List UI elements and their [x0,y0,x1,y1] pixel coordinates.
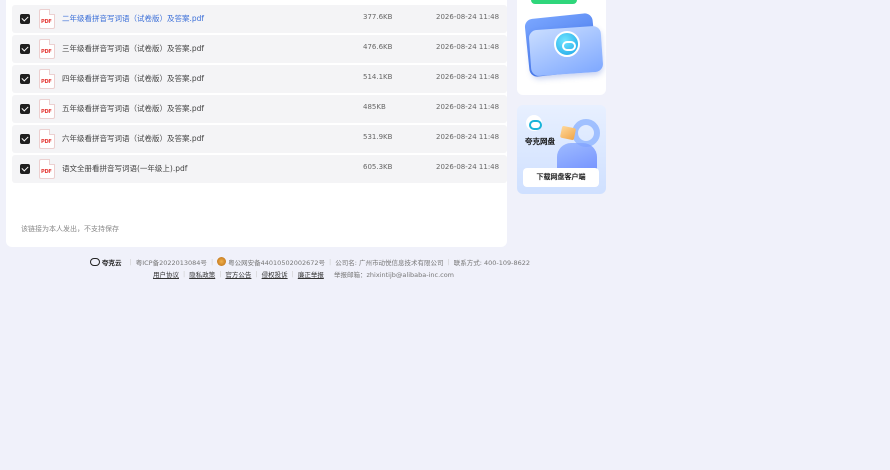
pdf-file-icon: PDF [39,129,55,149]
share-notice: 该链接为本人发出，不支持保存 [21,225,119,233]
file-size: 514.1KB [363,73,393,81]
file-name[interactable]: 四年级看拼音写词语（试卷版）及答案.pdf [62,73,204,84]
cloud-icon [554,31,580,57]
file-row[interactable]: PDF 二年级看拼音写词语（试卷版）及答案.pdf 377.6KB 2026-0… [12,5,507,33]
file-size: 476.6KB [363,43,393,51]
file-row[interactable]: PDF 五年级看拼音写词语（试卷版）及答案.pdf 485KB 2026-08-… [12,95,507,123]
file-checkbox[interactable] [20,134,30,144]
file-time: 2026-08-24 11:48 [436,73,500,81]
file-size: 377.6KB [363,13,393,21]
user-agreement-link[interactable]: 用户协议 [153,269,179,279]
icp-record[interactable]: 粤ICP备2022013084号 [136,257,207,267]
footer-info: 夸克云 | 粤ICP备2022013084号 | 粤公网安备4401050200… [90,256,530,267]
pdf-file-icon: PDF [39,9,55,29]
file-name[interactable]: 六年级看拼音写词语（试卷版）及答案.pdf [62,133,204,144]
file-row[interactable]: PDF 三年级看拼音写词语（试卷版）及答案.pdf 476.6KB 2026-0… [12,35,507,63]
quark-logo-icon [526,115,542,131]
file-name[interactable]: 五年级看拼音写词语（试卷版）及答案.pdf [62,103,204,114]
file-checkbox[interactable] [20,14,30,24]
report-email: 举报邮箱：zhixintijb@alibaba-inc.com [334,271,455,279]
file-size: 605.3KB [363,163,393,171]
file-name[interactable]: 三年级看拼音写词语（试卷版）及答案.pdf [62,43,204,54]
download-client-button[interactable]: 下载网盘客户端 [523,168,599,187]
police-record[interactable]: 粤公网安备44010502002672号 [228,257,325,267]
police-badge-icon [217,257,227,266]
privacy-policy-link[interactable]: 隐私政策 [189,269,215,279]
pdf-file-icon: PDF [39,159,55,179]
file-checkbox[interactable] [20,104,30,114]
company-name: 公司名: 广州市动悦信息技术有限公司 [335,258,444,267]
footer-links: 用户协议 | 隐私政策 | 官方公告 | 侵权投诉 | 廉正举报 | 举报邮箱：… [153,269,455,279]
contact-info: 联系方式: 400-109-8622 [453,258,531,267]
file-time: 2026-08-24 11:48 [436,13,500,21]
pdf-file-icon: PDF [39,39,55,59]
quark-cloud-logo-icon [90,257,100,266]
download-client-card[interactable]: 夸克网盘 下载网盘客户端 [517,105,606,194]
file-row[interactable]: PDF 四年级看拼音写词语（试卷版）及答案.pdf 514.1KB 2026-0… [12,65,507,93]
file-size: 485KB [363,103,386,111]
file-time: 2026-08-24 11:48 [436,43,500,51]
green-accent-bar [531,0,577,4]
integrity-report-link[interactable]: 廉正举报 [298,269,324,279]
file-checkbox[interactable] [20,44,30,54]
file-checkbox[interactable] [20,164,30,174]
file-row[interactable]: PDF 语文全册看拼音写词语(一年级上).pdf 605.3KB 2026-08… [12,155,507,183]
file-name[interactable]: 二年级看拼音写词语（试卷版）及答案.pdf [62,13,204,24]
file-list-panel: PDF 二年级看拼音写词语（试卷版）及答案.pdf 377.6KB 2026-0… [6,0,507,247]
file-name[interactable]: 语文全册看拼音写词语(一年级上).pdf [62,163,187,174]
promo-folder-card[interactable] [517,0,606,95]
file-size: 531.9KB [363,133,393,141]
footer-brand: 夸克云 [102,258,122,267]
file-row[interactable]: PDF 六年级看拼音写词语（试卷版）及答案.pdf 531.9KB 2026-0… [12,125,507,153]
file-time: 2026-08-24 11:48 [436,133,500,141]
file-time: 2026-08-24 11:48 [436,163,500,171]
file-time: 2026-08-24 11:48 [436,103,500,111]
infringement-complaint-link[interactable]: 侵权投诉 [262,269,288,279]
pdf-file-icon: PDF [39,69,55,89]
pdf-file-icon: PDF [39,99,55,119]
decor-cube-icon [559,125,577,141]
official-notice-link[interactable]: 官方公告 [225,269,251,279]
file-checkbox[interactable] [20,74,30,84]
card-brand-name: 夸克网盘 [525,137,555,146]
